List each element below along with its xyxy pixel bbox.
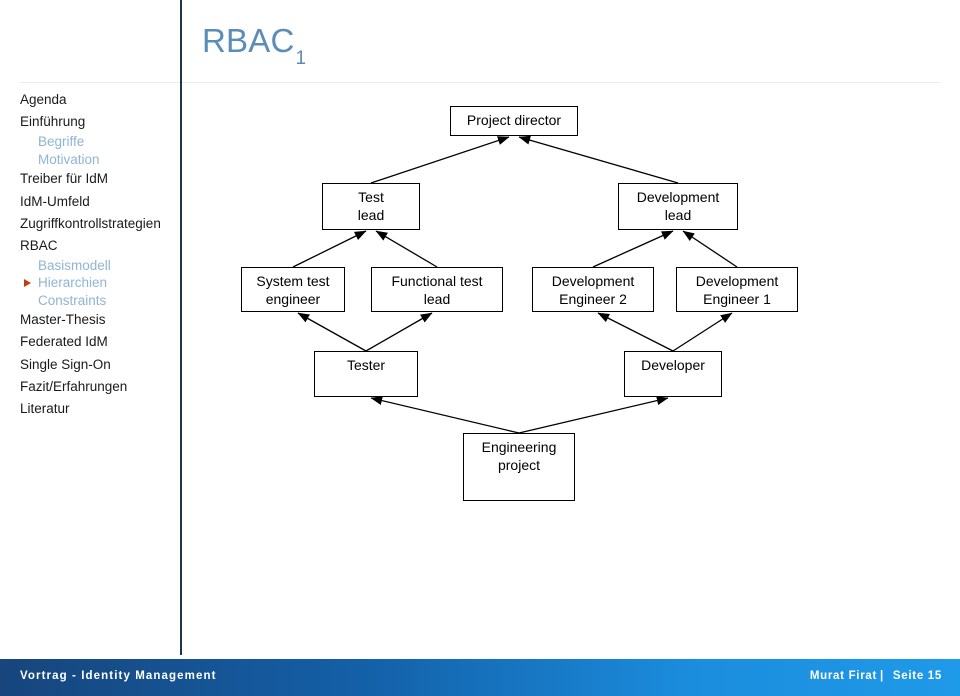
diagram-node-development-lead: Development lead [618, 183, 738, 230]
diagram-edge-developer-to-development-engineer-2 [597, 312, 674, 352]
diagram-node-line: Engineer 1 [703, 290, 771, 307]
diagram-node-line: System test [256, 273, 330, 289]
diagram-edge-development-engineer-1-to-development-lead [682, 230, 738, 268]
diagram-node-line: lead [423, 290, 451, 307]
diagram-node-line: Tester [346, 357, 386, 373]
diagram-node-label: Test lead [358, 189, 384, 225]
diagram-node-line: Test [358, 189, 384, 205]
rbac-role-hierarchy-diagram: Project director Test lead Development lead S… [0, 0, 960, 655]
diagram-node-test-lead: Test lead [322, 183, 420, 230]
diagram-node-label: System test engineer [256, 273, 329, 309]
footer-page-number: Seite 15 [892, 670, 942, 682]
diagram-edge-tester-to-system-test-engineer [297, 312, 367, 352]
footer-author: Murat Firat [809, 670, 877, 682]
diagram-node-developer: Developer [624, 351, 722, 397]
diagram-node-functional-test-lead: Functional test lead [371, 267, 503, 312]
diagram-node-project-director: Project director [450, 106, 578, 136]
diagram-edge-test-lead-to-project-director [370, 136, 510, 184]
diagram-node-line: engineer [265, 290, 321, 307]
diagram-node-line: Development [551, 273, 635, 289]
footer-talk-title: Vortrag - Identity Management [20, 670, 217, 682]
diagram-edge-system-test-engineer-to-test-lead [292, 230, 367, 268]
diagram-edge-engineering-project-to-developer [518, 396, 669, 434]
diagram-node-development-engineer-2: Development Engineer 2 [532, 267, 654, 312]
diagram-node-line: Developer [641, 357, 705, 373]
diagram-node-system-test-engineer: System test engineer [241, 267, 345, 312]
diagram-edge-engineering-project-to-tester [370, 396, 520, 434]
footer-meta: Murat Firat | Seite 15 [810, 670, 942, 682]
diagram-node-label: Tester [347, 357, 385, 375]
diagram-node-development-engineer-1: Development Engineer 1 [676, 267, 798, 312]
slide-footer: Vortrag - Identity Management Murat Fira… [0, 659, 960, 696]
diagram-edge-tester-to-functional-test-lead [365, 312, 433, 352]
diagram-node-engineering-project: Engineering project [463, 433, 575, 501]
diagram-edge-developer-to-development-engineer-1 [672, 312, 733, 352]
diagram-node-line: Engineering [481, 439, 557, 455]
diagram-node-label: Development lead [637, 189, 720, 225]
diagram-node-label: Development Engineer 1 [696, 273, 779, 309]
diagram-node-label: Project director [467, 112, 561, 130]
diagram-node-line: lead [357, 206, 385, 223]
diagram-edges [292, 135, 738, 434]
diagram-node-label: Development Engineer 2 [552, 273, 635, 309]
diagram-edge-development-engineer-2-to-development-lead [592, 230, 674, 268]
diagram-node-label: Developer [641, 357, 705, 375]
diagram-node-label: Engineering project [482, 439, 557, 475]
diagram-edge-functional-test-lead-to-test-lead [375, 230, 438, 268]
diagram-node-line: Project director [466, 112, 562, 128]
diagram-edge-development-lead-to-project-director [518, 135, 679, 184]
diagram-node-line: Functional test [391, 273, 483, 289]
slide-root: RBAC1 Agenda Einführung Begriffe Motivation… [0, 0, 960, 696]
diagram-node-label: Functional test lead [391, 273, 482, 309]
diagram-node-line: lead [664, 206, 692, 223]
diagram-node-tester: Tester [314, 351, 418, 397]
footer-separator: | [880, 670, 884, 682]
diagram-node-line: Engineer 2 [559, 290, 627, 307]
diagram-node-line: project [497, 456, 540, 473]
diagram-node-line: Development [695, 273, 779, 289]
diagram-node-line: Development [636, 189, 720, 205]
